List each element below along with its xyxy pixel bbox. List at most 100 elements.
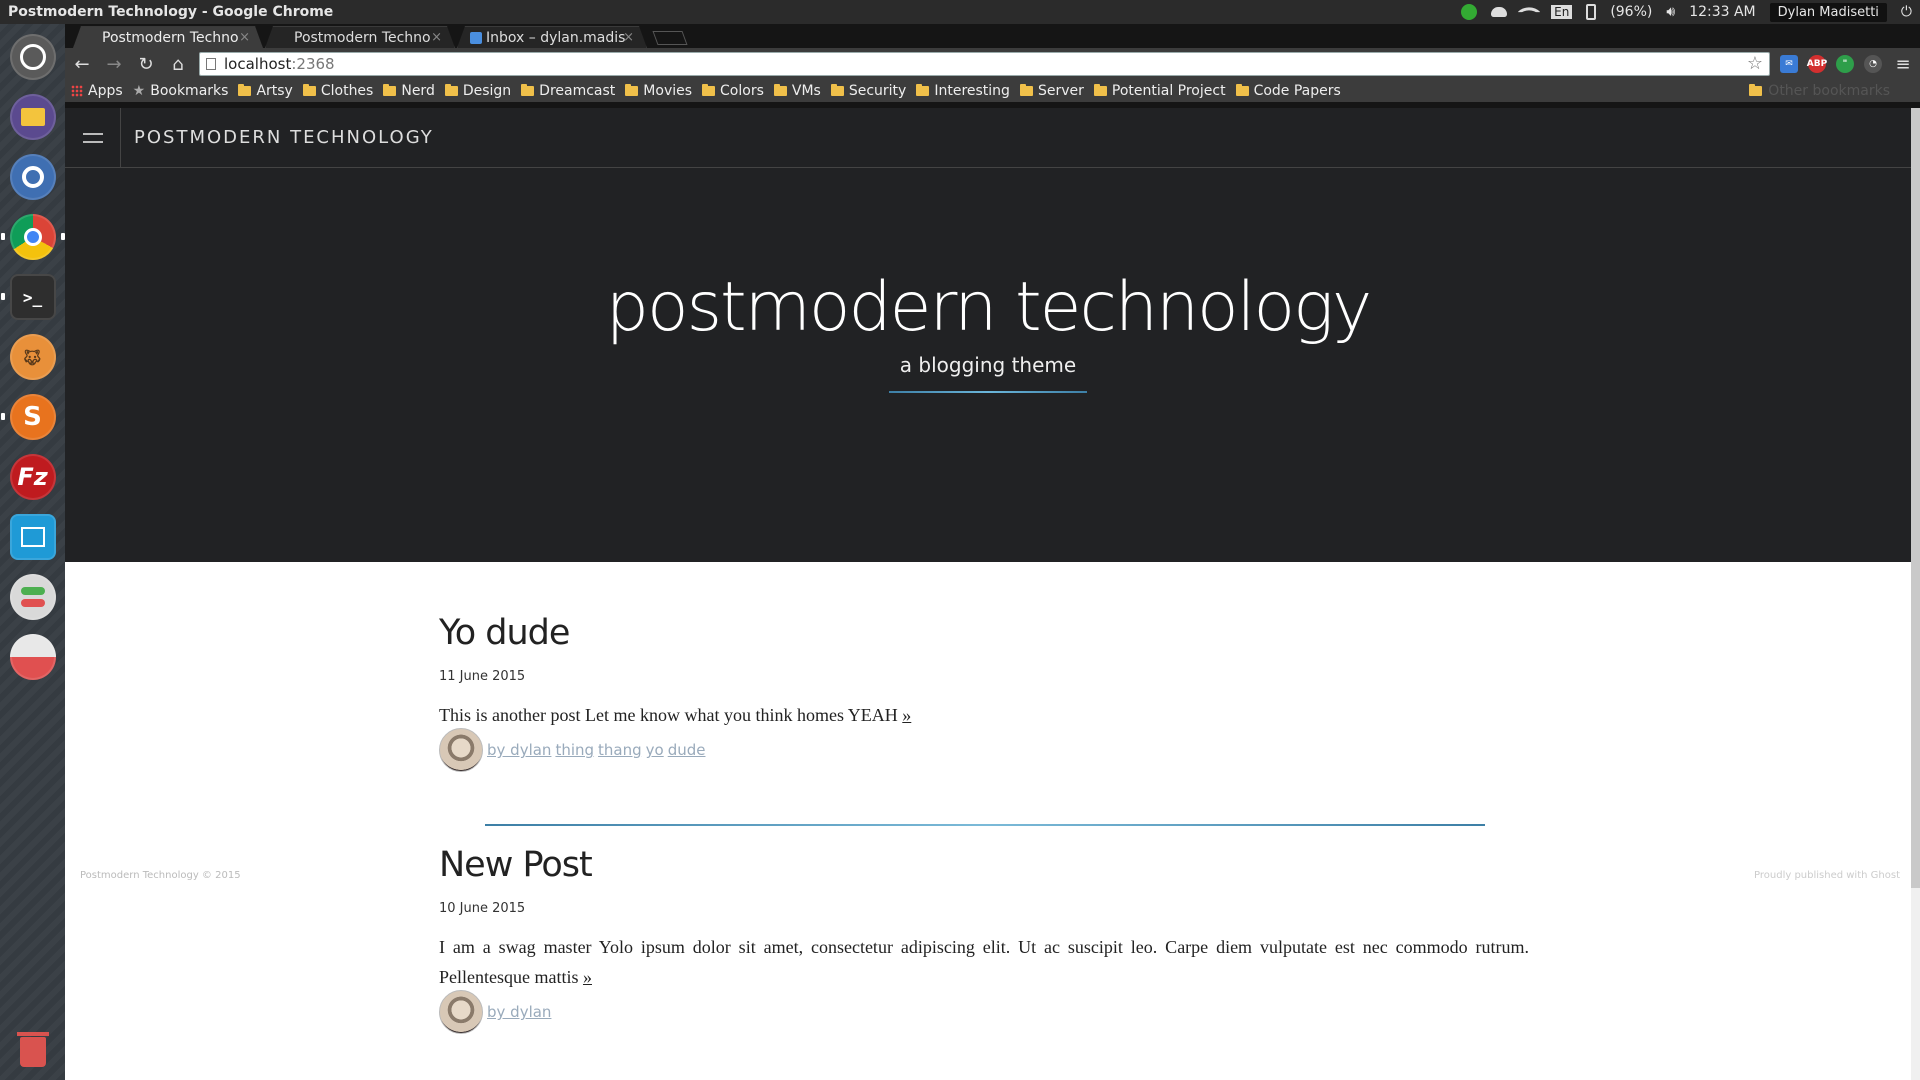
post-title-link[interactable]: New Post	[439, 845, 1529, 885]
tab-inbox[interactable]: Inbox – dylan.madis ×	[457, 26, 647, 48]
keyboard-layout-indicator[interactable]: En	[1551, 5, 1573, 19]
bookmark-folder[interactable]: Clothes	[302, 83, 373, 99]
back-icon[interactable]: ←	[71, 53, 93, 75]
read-more-link[interactable]: »	[902, 705, 911, 725]
bookmark-folder[interactable]: VMs	[773, 83, 821, 99]
top-panel: Postmodern Technology - Google Chrome En…	[0, 0, 1920, 24]
bookmark-folder[interactable]: Server	[1019, 83, 1084, 99]
reload-icon[interactable]: ↻	[135, 53, 157, 75]
tag-link[interactable]: thing	[555, 741, 594, 759]
disk-usage-icon[interactable]	[9, 634, 56, 680]
site-header: POSTMODERN TECHNOLOGY	[65, 108, 1911, 168]
tab-postmodern-2[interactable]: Postmodern Techno ×	[265, 26, 455, 48]
bookmark-folder[interactable]: Potential Project	[1093, 83, 1226, 99]
tag-link[interactable]: thang	[598, 741, 642, 759]
close-icon[interactable]: ×	[431, 27, 442, 48]
sublime-text-icon[interactable]: S	[0, 394, 56, 440]
trash-icon[interactable]	[11, 1030, 55, 1074]
bookmark-bookmarks[interactable]: ★ Bookmarks	[133, 83, 229, 99]
browser-toolbar: ← → ↻ ⌂ localhost:2368 ☆ ✉ ABP " ◔ ≡	[65, 48, 1920, 80]
author-avatar[interactable]	[439, 990, 483, 1034]
bookmark-label: Apps	[88, 83, 123, 99]
bookmark-label: Nerd	[401, 83, 435, 99]
cloud-icon[interactable]	[1491, 7, 1508, 17]
bookmark-folder[interactable]: Nerd	[383, 83, 435, 99]
folder-icon	[383, 84, 397, 96]
post-card: New Post 10 June 2015 I am a swag master…	[439, 845, 1529, 1034]
chrome-icon[interactable]	[0, 214, 65, 260]
bookmark-folder[interactable]: Dreamcast	[521, 83, 615, 99]
footer-powered-by[interactable]: Proudly published with Ghost	[1754, 870, 1900, 881]
folder-icon	[444, 84, 458, 96]
clock[interactable]: 12:33 AM	[1689, 4, 1755, 20]
chromium-icon[interactable]	[9, 154, 56, 200]
post-date: 10 June 2015	[439, 901, 526, 916]
apps-shortcut[interactable]: Apps	[71, 83, 123, 99]
bookmark-folder[interactable]: Artsy	[238, 83, 293, 99]
close-icon[interactable]: ×	[623, 27, 634, 48]
post-title-link[interactable]: Yo dude	[439, 613, 1529, 653]
hangouts-icon[interactable]	[1461, 4, 1478, 20]
other-bookmarks[interactable]: Other bookmarks	[1749, 83, 1890, 99]
hamburger-menu-icon[interactable]	[65, 108, 121, 168]
settings-icon[interactable]	[9, 574, 56, 620]
author-link[interactable]: by dylan	[487, 1003, 551, 1021]
page-scrollbar[interactable]	[1911, 108, 1920, 1080]
chrome-menu-icon[interactable]: ≡	[1892, 53, 1914, 75]
bookmark-label: VMs	[791, 83, 821, 99]
tab-label: Postmodern Techno	[102, 30, 239, 46]
tag-link[interactable]: dude	[668, 741, 706, 759]
user-menu[interactable]: Dylan Madisetti	[1769, 2, 1887, 22]
forward-icon[interactable]: →	[103, 53, 125, 75]
bookmark-folder[interactable]: Security	[830, 83, 906, 99]
hangouts-extension-icon[interactable]: "	[1836, 55, 1854, 73]
read-more-link[interactable]: »	[583, 967, 592, 987]
inbox-extension-icon[interactable]: ✉	[1780, 55, 1798, 73]
battery-percent[interactable]: (96%)	[1610, 4, 1652, 20]
blog-title: postmodern technology	[605, 268, 1372, 347]
author-avatar[interactable]	[439, 728, 483, 772]
bookmark-label: Movies	[643, 83, 693, 99]
bookmark-star-icon[interactable]: ☆	[1747, 53, 1763, 75]
running-indicator	[0, 413, 5, 420]
folder-icon	[830, 84, 844, 96]
hero-divider	[889, 391, 1087, 393]
site-title-link[interactable]: POSTMODERN TECHNOLOGY	[134, 127, 434, 148]
bookmark-folder[interactable]: Colors	[702, 83, 764, 99]
system-tray: En (96%) 🔊︎ 12:33 AM Dylan Madisetti ⏻	[1461, 0, 1912, 24]
timer-extension-icon[interactable]: ◔	[1864, 55, 1882, 73]
wifi-icon[interactable]	[1517, 0, 1541, 24]
filezilla-icon[interactable]: Fz	[9, 454, 56, 500]
system-monitor-icon[interactable]	[9, 514, 56, 560]
home-icon[interactable]: ⌂	[167, 53, 189, 75]
bookmark-label: Other bookmarks	[1768, 83, 1890, 99]
tab-postmodern-1[interactable]: Postmodern Techno ×	[73, 26, 263, 48]
bookmark-label: Bookmarks	[150, 83, 229, 99]
tag-link[interactable]: yo	[646, 741, 664, 759]
tab-strip: Postmodern Techno × Postmodern Techno × …	[65, 24, 1920, 48]
url-host: localhost	[224, 55, 292, 73]
post-excerpt-text: I am a swag master Yolo ipsum dolor sit …	[439, 937, 1529, 987]
folder-icon	[773, 84, 787, 96]
close-icon[interactable]: ×	[239, 27, 250, 48]
files-icon[interactable]	[9, 94, 56, 140]
terminal-icon[interactable]: >_	[0, 274, 56, 320]
volume-icon[interactable]: 🔊︎	[1666, 4, 1675, 20]
bookmark-folder[interactable]: Interesting	[916, 83, 1010, 99]
bookmark-folder[interactable]: Code Papers	[1235, 83, 1341, 99]
scrollbar-thumb[interactable]	[1911, 108, 1920, 888]
gimp-icon[interactable]: 🐺︎	[9, 334, 56, 380]
adblock-icon[interactable]: ABP	[1807, 55, 1827, 73]
bookmark-folder[interactable]: Movies	[625, 83, 692, 99]
folder-icon	[1749, 84, 1763, 96]
running-indicator	[0, 233, 5, 240]
address-bar[interactable]: localhost:2368 ☆	[199, 52, 1770, 76]
ubuntu-dash-icon[interactable]	[9, 34, 56, 80]
bookmark-folder[interactable]: Design	[444, 83, 511, 99]
launcher: >_ 🐺︎ S Fz	[0, 24, 65, 1080]
author-link[interactable]: by dylan	[487, 741, 551, 759]
power-icon[interactable]: ⏻	[1901, 4, 1912, 20]
url-port: :2368	[291, 55, 335, 73]
battery-icon[interactable]	[1586, 4, 1597, 20]
new-tab-button[interactable]	[652, 31, 688, 45]
